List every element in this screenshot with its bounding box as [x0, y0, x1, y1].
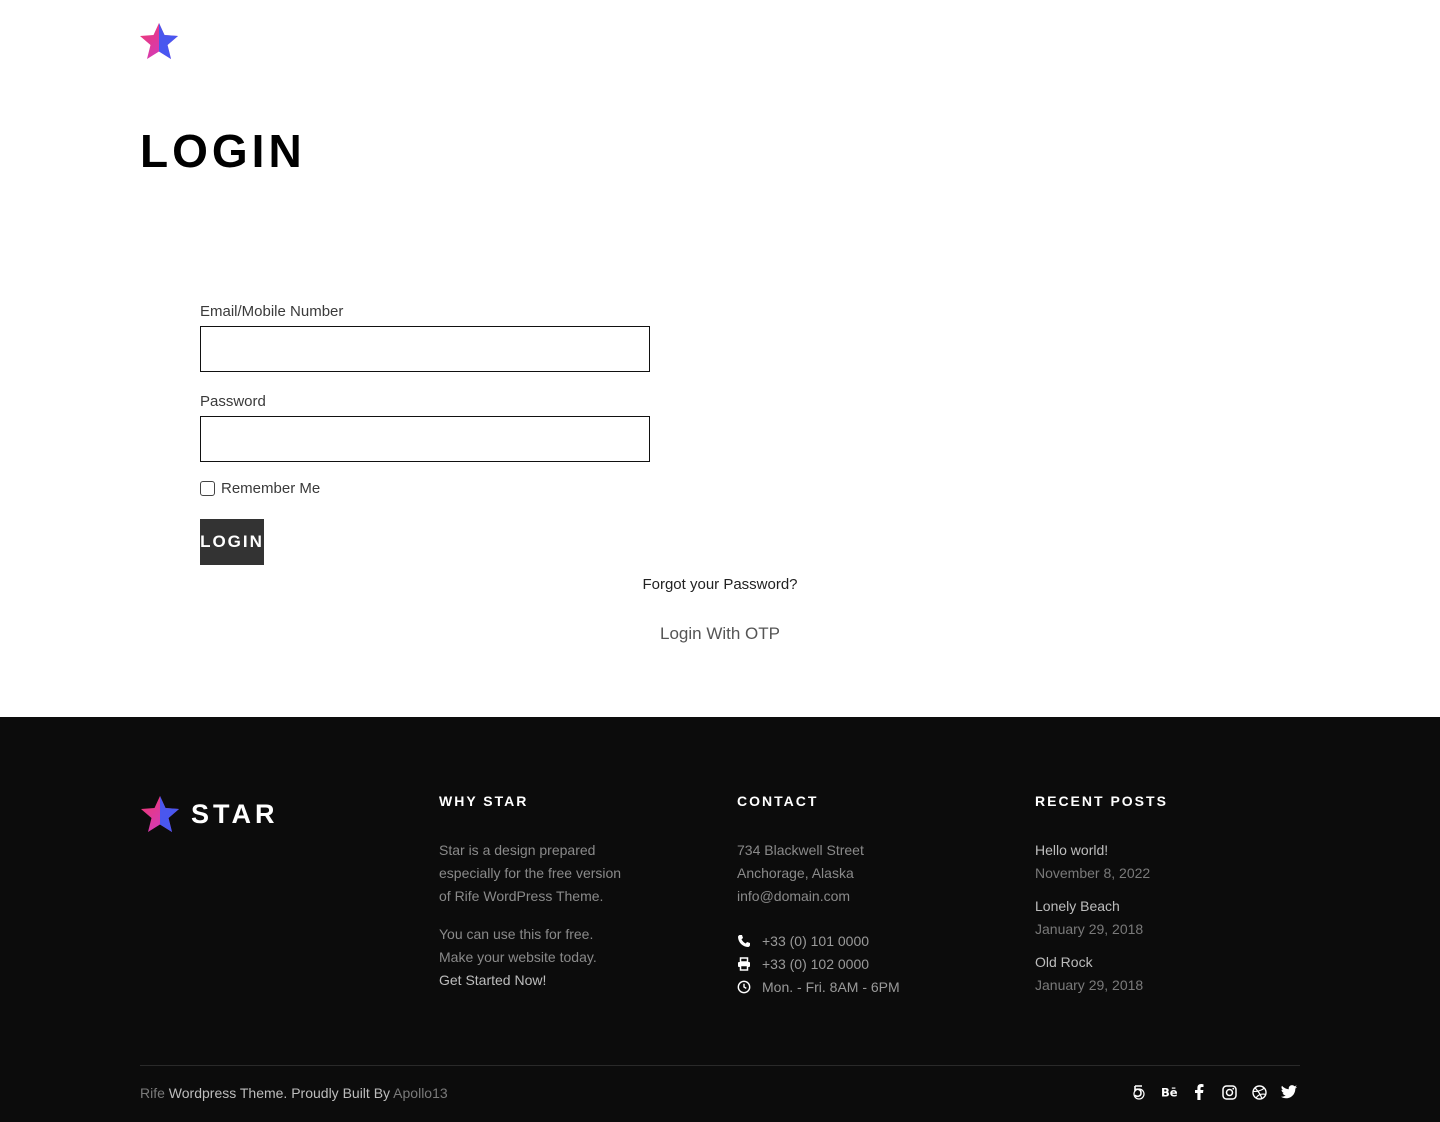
post-date: January 29, 2018 — [1035, 977, 1144, 993]
footer-logo[interactable]: STAR — [140, 795, 279, 833]
why-text: of Rife WordPress Theme. — [439, 888, 604, 904]
post-title[interactable]: Hello world! — [1035, 839, 1168, 862]
why-text: You can use this for free. — [439, 926, 594, 942]
password-input[interactable] — [200, 416, 650, 462]
email-input[interactable] — [200, 326, 650, 372]
post-title[interactable]: Old Rock — [1035, 951, 1168, 974]
behance-icon[interactable]: Bē — [1161, 1083, 1177, 1101]
printer-icon — [737, 956, 762, 971]
remember-checkbox[interactable] — [200, 481, 215, 496]
remember-label: Remember Me — [221, 480, 321, 497]
svg-text:Bē: Bē — [1161, 1085, 1177, 1099]
contact-street: 734 Blackwell Street — [737, 842, 864, 858]
why-text: Star is a design prepared — [439, 842, 596, 858]
recent-posts-column: RECENT POSTS Hello world! November 8, 20… — [1035, 793, 1168, 1007]
contact-hours: Mon. - Fri. 8AM - 6PM — [762, 978, 900, 995]
clock-icon — [737, 980, 762, 994]
copyright-text: Wordpress Theme. Proudly Built By — [168, 1085, 391, 1101]
recent-posts-heading: RECENT POSTS — [1035, 793, 1168, 809]
rife-link[interactable]: Rife — [140, 1085, 165, 1101]
apollo13-link[interactable]: Apollo13 — [393, 1085, 448, 1101]
contact-hours-row: Mon. - Fri. 8AM - 6PM — [737, 975, 900, 998]
social-links: Bē — [1131, 1083, 1297, 1101]
contact-city: Anchorage, Alaska — [737, 865, 854, 881]
page-title: LOGIN — [140, 125, 306, 177]
dribbble-icon[interactable] — [1251, 1083, 1267, 1101]
why-star-heading: WHY STAR — [439, 793, 529, 809]
email-label: Email/Mobile Number — [200, 303, 344, 320]
facebook-icon[interactable] — [1191, 1083, 1207, 1101]
500px-icon[interactable] — [1131, 1083, 1147, 1101]
post-date: January 29, 2018 — [1035, 921, 1144, 937]
why-text: Make your website today. — [439, 949, 597, 965]
get-started-link[interactable]: Get Started Now! — [439, 969, 621, 992]
contact-phone: +33 (0) 101 0000 — [762, 932, 870, 949]
phone-icon — [737, 934, 762, 948]
contact-email[interactable]: info@domain.com — [737, 885, 900, 908]
contact-column: CONTACT 734 Blackwell Street Anchorage, … — [737, 793, 900, 998]
copyright: Rife Wordpress Theme. Proudly Built By A… — [140, 1085, 448, 1101]
password-label: Password — [200, 393, 266, 410]
login-otp-link[interactable]: Login With OTP — [0, 624, 1440, 644]
star-logo-icon[interactable] — [139, 22, 179, 60]
footer-divider — [140, 1065, 1300, 1066]
why-text: especially for the free version — [439, 865, 622, 881]
contact-phone-row: +33 (0) 101 0000 — [737, 929, 900, 952]
post-date: November 8, 2022 — [1035, 865, 1151, 881]
footer: STAR WHY STAR Star is a design prepared … — [0, 717, 1440, 1122]
login-button[interactable]: LOGIN — [200, 519, 264, 565]
remember-me[interactable]: Remember Me — [200, 480, 320, 497]
star-logo-icon — [141, 796, 179, 832]
post-title[interactable]: Lonely Beach — [1035, 895, 1168, 918]
footer-brand: STAR — [191, 798, 279, 829]
contact-fax: +33 (0) 102 0000 — [762, 955, 870, 972]
contact-heading: CONTACT — [737, 793, 819, 809]
twitter-icon[interactable] — [1281, 1083, 1297, 1101]
forgot-password-link[interactable]: Forgot your Password? — [0, 576, 1440, 593]
contact-fax-row: +33 (0) 102 0000 — [737, 952, 900, 975]
why-star-column: WHY STAR Star is a design prepared espec… — [439, 793, 621, 992]
instagram-icon[interactable] — [1221, 1083, 1237, 1101]
